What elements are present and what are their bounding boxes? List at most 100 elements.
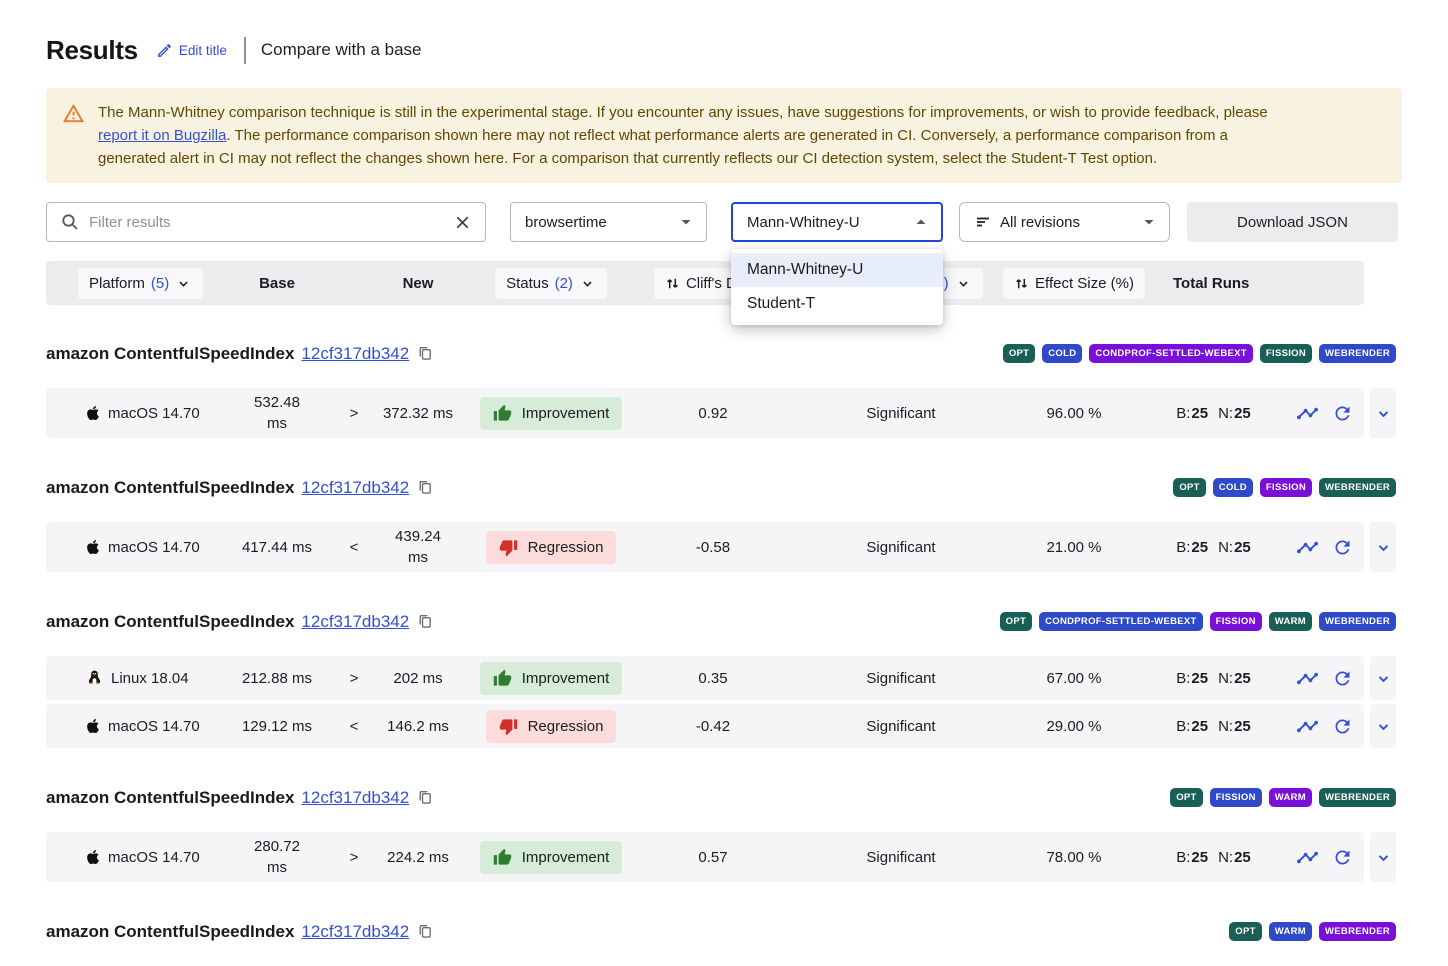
copy-button[interactable] [417,613,434,630]
tag-opt: OPT [1003,344,1035,363]
revision-link[interactable]: 12cf317db342 [301,478,409,498]
search-box [46,202,486,242]
tag-fission: FISSION [1260,478,1312,497]
tag-cold: COLD [1213,478,1253,497]
effect-size-value: 96.00 % [1017,399,1131,428]
platform-cell: macOS 14.70 [46,712,221,741]
platform-filter[interactable]: Platform(5) [78,268,203,299]
clear-icon[interactable] [453,213,472,232]
sort-arrows-icon [665,276,680,291]
base-column-header: Base [259,275,295,292]
graph-button[interactable] [1296,402,1319,425]
tag-warm: WARM [1269,922,1312,941]
new-value: 224.2 ms [375,843,461,872]
base-value: 417.44 ms [221,533,333,562]
expand-chevron-icon [1374,404,1393,423]
download-json-button[interactable]: Download JSON [1187,202,1398,242]
linux-icon [86,669,103,687]
retrigger-button[interactable] [1332,716,1353,737]
tag-webrender: WEBRENDER [1319,344,1396,363]
tag-opt: OPT [1000,612,1032,631]
tag-fission: FISSION [1260,344,1312,363]
comparison-sign: > [333,399,375,428]
retrigger-button[interactable] [1332,537,1353,558]
base-value: 212.88 ms [221,664,333,693]
graph-button[interactable] [1296,846,1319,869]
retrigger-icon [1332,847,1353,868]
expand-row-button[interactable] [1370,656,1396,700]
copy-button[interactable] [417,923,434,940]
retrigger-button[interactable] [1332,668,1353,689]
tag-webrender: WEBRENDER [1319,612,1396,631]
revision-link[interactable]: 12cf317db342 [301,344,409,364]
chevron-down-icon [955,275,972,292]
bugzilla-link[interactable]: report it on Bugzilla [98,127,226,144]
copy-button[interactable] [417,345,434,362]
effect-size-sort[interactable]: Effect Size (%) [1003,268,1145,299]
graph-button[interactable] [1296,536,1319,559]
revision-link[interactable]: 12cf317db342 [301,922,409,942]
test-name: amazon ContentfulSpeedIndex [46,922,294,942]
base-value: 280.72ms [221,832,333,882]
tag-warm: WARM [1269,788,1312,807]
expand-row-button[interactable] [1370,704,1396,748]
tag-warm: WARM [1269,612,1312,631]
linux-icon [86,669,103,687]
graph-button[interactable] [1296,667,1319,690]
sort-lines-icon [974,213,992,231]
graph-icon [1296,536,1319,559]
graph-icon [1296,402,1319,425]
effect-size-value: 78.00 % [1017,843,1131,872]
status-regression-badge: Regression [486,531,617,564]
retrigger-button[interactable] [1332,847,1353,868]
test-select[interactable]: Mann-Whitney-U Mann-Whitney-UStudent-T [731,202,943,242]
tag-fission: FISSION [1210,788,1262,807]
platform-label: Linux 18.04 [111,668,189,689]
retrigger-button[interactable] [1332,403,1353,424]
significance-value: Significant [785,712,1017,741]
retrigger-icon [1332,537,1353,558]
copy-icon [417,479,434,496]
page-title: Results [46,35,138,66]
expand-row-button[interactable] [1370,832,1396,882]
macos-icon [86,849,100,865]
menu-option[interactable]: Student-T [731,287,943,321]
macos-icon [86,405,100,421]
status-improvement-badge: Improvement [480,841,623,874]
expand-row-button[interactable] [1370,522,1396,572]
framework-select[interactable]: browsertime [510,202,707,242]
search-input[interactable] [89,214,444,231]
comparison-mode-label: Compare with a base [261,40,422,60]
copy-button[interactable] [417,479,434,496]
thumb-down-icon [499,717,518,736]
copy-icon [417,345,434,362]
revision-link[interactable]: 12cf317db342 [301,788,409,808]
expand-row-button[interactable] [1370,388,1396,438]
significance-value: Significant [785,399,1017,428]
effect-size-value: 29.00 % [1017,712,1131,741]
graph-icon [1296,667,1319,690]
significance-value: Significant [785,664,1017,693]
copy-button[interactable] [417,789,434,806]
result-row: macOS 14.70532.48ms>372.32 msImprovement… [46,388,1402,438]
table-header: Platform(5) Base New Status(2) Cliff's D… [46,261,1364,305]
status-regression-badge: Regression [486,710,617,743]
graph-button[interactable] [1296,715,1319,738]
status-improvement-badge: Improvement [480,662,623,695]
effect-size-value: 21.00 % [1017,533,1131,562]
effect-size-value: 67.00 % [1017,664,1131,693]
platform-label: macOS 14.70 [108,537,200,558]
copy-icon [417,923,434,940]
result-row: macOS 14.70417.44 ms<439.24msRegression-… [46,522,1402,572]
thumb-up-icon [493,404,512,423]
revision-link[interactable]: 12cf317db342 [301,612,409,632]
tag-condprof-settled-webext: CONDPROF-SETTLED-WEBEXT [1039,612,1203,631]
platform-cell: macOS 14.70 [46,533,221,562]
graph-icon [1296,846,1319,869]
status-improvement-badge: Improvement [480,397,623,430]
revisions-select[interactable]: All revisions [959,202,1170,242]
status-filter[interactable]: Status(2) [495,268,607,299]
edit-title-button[interactable]: Edit title [156,42,227,59]
menu-option[interactable]: Mann-Whitney-U [731,253,943,287]
search-icon [60,212,80,232]
